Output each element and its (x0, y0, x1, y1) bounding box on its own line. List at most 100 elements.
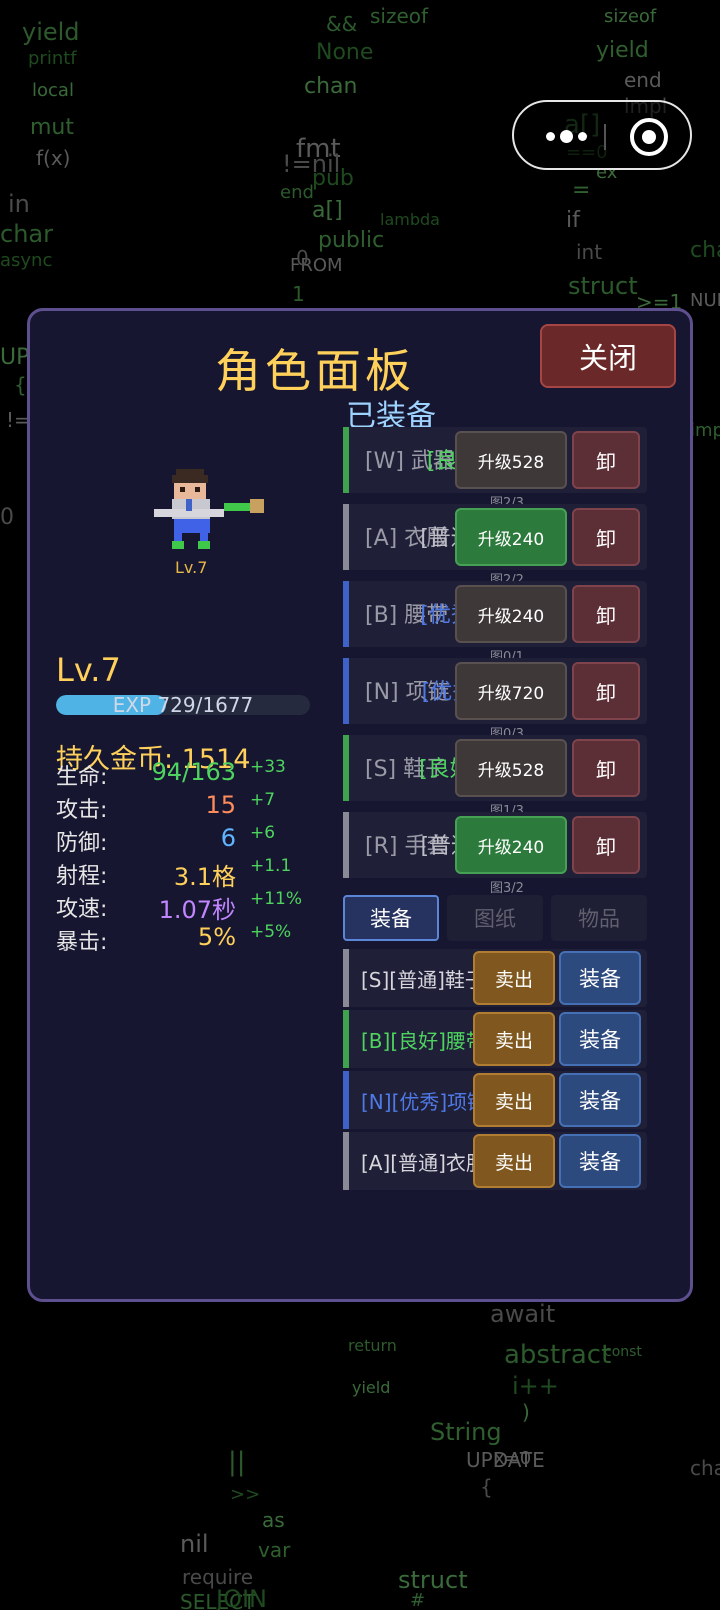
stat-row: 攻击: 15 +7 (56, 790, 346, 823)
equip-button[interactable]: 装备 (559, 1073, 641, 1127)
inventory-item-row: [A][普通]衣服x1卖出装备 (343, 1132, 647, 1190)
equipped-item-row: [A] 衣服[普通]+33升级240卸 (343, 504, 647, 570)
upgrade-button[interactable]: 升级528 (455, 739, 567, 797)
unequip-button[interactable]: 卸 (572, 816, 640, 874)
background-code-word: x=0 (494, 1448, 532, 1469)
background-code-word: return (348, 1336, 397, 1355)
character-panel: 角色面板 关闭 Lv.7 Lv.7 EXP 729/1677 持久金币: 151… (27, 308, 693, 1302)
sell-button[interactable]: 卖出 (473, 951, 555, 1005)
stat-label: 攻速: (56, 897, 108, 922)
tab-items[interactable]: 物品 (551, 895, 647, 941)
background-code-word: >> (230, 1484, 261, 1505)
inventory-item-row: [B][良好]腰带x2卖出装备 (343, 1010, 647, 1068)
stat-bonus: +33 (250, 757, 286, 777)
upgrade-button[interactable]: 升级720 (455, 662, 567, 720)
tab-blueprints[interactable]: 图纸 (447, 895, 543, 941)
stat-bonus: +6 (250, 823, 276, 843)
sell-button[interactable]: 卖出 (473, 1073, 555, 1127)
stat-label: 攻击: (56, 798, 108, 823)
upgrade-button[interactable]: 升级528 (455, 431, 567, 489)
background-code-word: 1 (292, 282, 305, 306)
background-code-word: local (32, 80, 74, 101)
quality-bar (343, 812, 349, 878)
background-code-word: && (326, 12, 358, 36)
background-code-word: yield (22, 18, 80, 46)
background-code-word: JOIN (216, 1585, 267, 1610)
background-code-word: public (318, 228, 385, 253)
equipped-item-row: [B] 腰带[优秀]+6升级240卸 (343, 581, 647, 647)
background-code-word: i++ (512, 1372, 559, 1400)
stat-row: 防御: 6 +6 (56, 823, 346, 856)
more-dots-icon[interactable] (536, 122, 596, 150)
stat-value: 6 (220, 824, 236, 852)
pixel-character-icon (154, 469, 264, 549)
background-code-word: char (690, 1456, 720, 1480)
stat-label: 射程: (56, 864, 108, 889)
unequip-button[interactable]: 卸 (572, 662, 640, 720)
quality-bar (343, 735, 349, 801)
close-button[interactable]: 关闭 (540, 324, 676, 388)
background-code-word: String (430, 1418, 502, 1446)
background-code-word: f(x) (36, 146, 71, 170)
inventory-item-row: [N][优秀]项链x1卖出装备 (343, 1071, 647, 1129)
target-icon[interactable] (630, 118, 668, 156)
equipped-item-row: [W] 武器[良好]+7升级528卸 (343, 427, 647, 493)
unequip-button[interactable]: 卸 (572, 739, 640, 797)
stat-bonus: +5% (250, 922, 292, 942)
equip-button[interactable]: 装备 (559, 951, 641, 1005)
stat-label: 生命: (56, 765, 108, 790)
background-code-word: 0 (0, 505, 14, 530)
equip-button[interactable]: 装备 (559, 1012, 641, 1066)
background-code-word: { (14, 373, 27, 397)
background-code-word: None (316, 40, 374, 65)
upgrade-button[interactable]: 升级240 (455, 585, 567, 643)
stat-row: 射程: 3.1格 +1.1 (56, 856, 346, 891)
quality-bar (343, 1010, 349, 1068)
background-code-word: = (572, 178, 591, 203)
background-code-word: printf (28, 48, 77, 69)
unequip-button[interactable]: 卸 (572, 431, 640, 489)
background-code-word: int (576, 240, 603, 264)
unequip-button[interactable]: 卸 (572, 585, 640, 643)
background-code-word: chan (304, 74, 358, 99)
upgrade-button[interactable]: 升级240 (455, 816, 567, 874)
stat-bonus: +7 (250, 790, 276, 810)
stat-label: 防御: (56, 831, 108, 856)
stat-row: 生命: 94/163 +33 (56, 757, 346, 790)
background-code-word: 0 (296, 246, 309, 270)
character-level-label: Lv.7 (175, 558, 208, 577)
stat-value: 15 (205, 791, 236, 819)
background-code-word: lambda (380, 210, 440, 229)
background-code-word: a[] (312, 198, 343, 223)
upgrade-button[interactable]: 升级240 (455, 508, 567, 566)
sell-button[interactable]: 卖出 (473, 1012, 555, 1066)
quality-bar (343, 1071, 349, 1129)
capsule-divider (604, 124, 606, 150)
mini-program-capsule (512, 100, 692, 170)
quality-bar (343, 504, 349, 570)
stat-value: 5% (197, 923, 236, 951)
background-code-word: NULL (690, 290, 720, 311)
equip-button[interactable]: 装备 (559, 1134, 641, 1188)
background-code-word: struct (398, 1566, 468, 1594)
background-code-word: import (690, 420, 720, 441)
unequip-button[interactable]: 卸 (572, 508, 640, 566)
background-code-word: # (410, 1590, 426, 1610)
stat-row: 攻速: 1.07秒 +11% (56, 889, 346, 924)
stat-bonus: +11% (250, 889, 303, 909)
background-code-word: { (480, 1475, 493, 1499)
background-code-word: yield (596, 38, 649, 63)
background-code-word: end (280, 182, 314, 203)
tab-equipment[interactable]: 装备 (343, 895, 439, 941)
blueprint-count: 图3/2 (490, 881, 524, 896)
background-code-word: pub (312, 166, 354, 191)
sell-button[interactable]: 卖出 (473, 1134, 555, 1188)
background-code-word: as (262, 1508, 285, 1532)
stat-value: 3.1格 (173, 863, 236, 891)
background-code-word: var (258, 1538, 291, 1562)
background-code-word: sizeof (604, 6, 657, 27)
stat-row: 暴击: 5% +5% (56, 922, 346, 955)
background-code-word: end (624, 68, 662, 92)
equipped-item-row: [R] 手套[普通]+5%升级240卸 (343, 812, 647, 878)
background-code-word: struct (568, 272, 638, 300)
